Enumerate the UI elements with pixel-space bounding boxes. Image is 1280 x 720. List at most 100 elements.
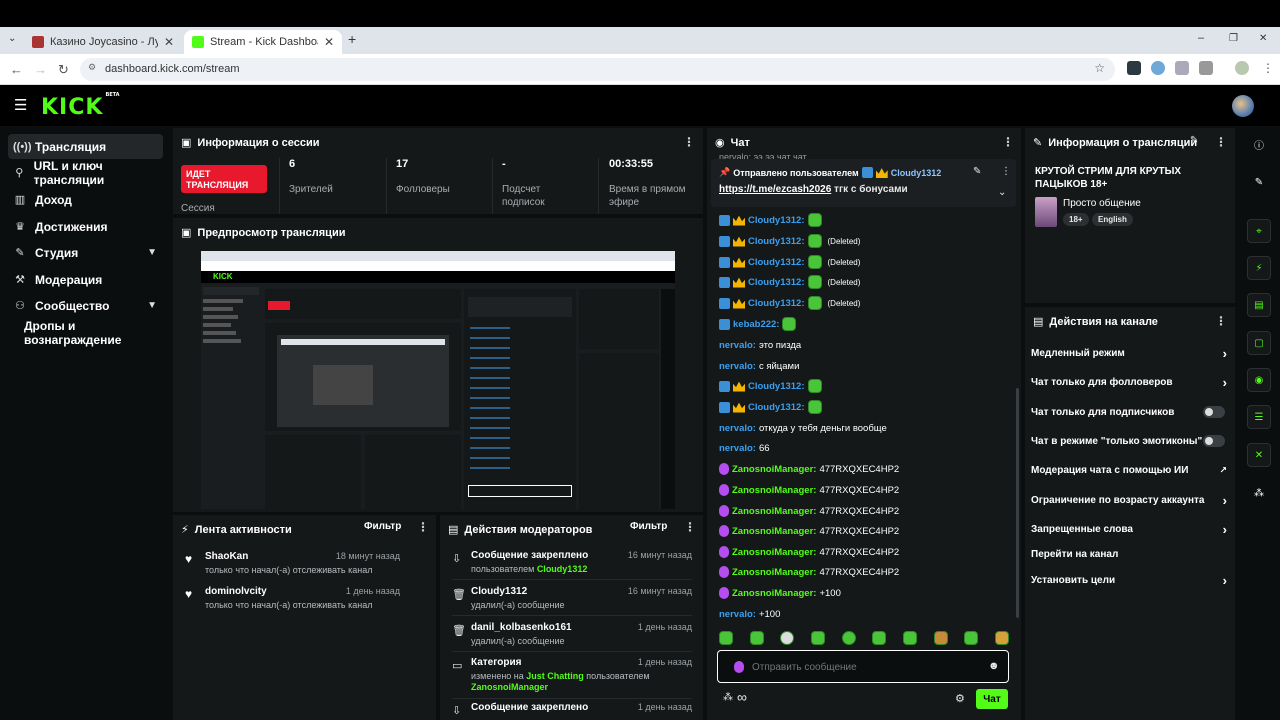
sidebar-item-url-key[interactable]: ⚲ URL и ключ трансляции bbox=[8, 159, 163, 187]
chat-username[interactable]: Cloudy1312: bbox=[748, 215, 805, 226]
emote-icon[interactable] bbox=[841, 631, 856, 645]
more-options-icon[interactable]: ⋮ bbox=[1002, 135, 1014, 149]
sidebar-item-broadcast[interactable]: ((•)) Трансляция bbox=[8, 134, 163, 159]
chat-username[interactable]: nervalo: bbox=[719, 443, 756, 454]
chat-username[interactable]: Cloudy1312: bbox=[748, 236, 805, 247]
chat-username[interactable]: ZanosnoiManager: bbox=[732, 464, 816, 475]
chat-username[interactable]: nervalo: bbox=[719, 423, 756, 434]
sidebar-item-community[interactable]: ⚇ Сообщество ▼ bbox=[8, 293, 163, 318]
profile-icon[interactable] bbox=[1235, 61, 1249, 75]
chat-username[interactable]: Cloudy1312: bbox=[748, 402, 805, 413]
chat-username[interactable]: ZanosnoiManager: bbox=[732, 485, 816, 496]
puzzle-icon[interactable] bbox=[1199, 61, 1213, 75]
focus-icon[interactable]: ⌖ bbox=[1247, 219, 1271, 243]
chat-icon[interactable]: ▢ bbox=[1247, 331, 1271, 355]
emote-icon[interactable] bbox=[872, 631, 887, 645]
channel-action-item[interactable]: Перейти на канал bbox=[1031, 546, 1231, 562]
send-chat-button[interactable]: Чат bbox=[976, 689, 1008, 709]
channel-action-item[interactable]: Чат только для подписчиков bbox=[1031, 404, 1231, 420]
emoji-picker-icon[interactable]: ☻ bbox=[988, 660, 1000, 672]
chat-username[interactable]: ZanosnoiManager: bbox=[732, 526, 816, 537]
chat-username[interactable]: nervalo: bbox=[719, 361, 756, 372]
back-icon[interactable]: ← bbox=[10, 62, 23, 77]
more-options-icon[interactable]: ⋮ bbox=[417, 520, 429, 534]
site-info-icon[interactable]: ⚙ bbox=[88, 62, 96, 73]
emote-icon[interactable] bbox=[964, 631, 979, 645]
more-options-icon[interactable]: ⋮ bbox=[1215, 135, 1227, 149]
sidebar-item-drops[interactable]: Дропы и вознаграждение bbox=[19, 319, 174, 347]
filter-button[interactable]: Фильтр bbox=[364, 521, 401, 532]
stream-preview-video[interactable]: KICK bbox=[201, 251, 675, 509]
sidebar-item-moderation[interactable]: ⚒ Модерация bbox=[8, 267, 163, 292]
chat-message-input[interactable] bbox=[752, 658, 972, 676]
broadcast-icon[interactable]: ◉ bbox=[1247, 368, 1271, 392]
filter-button[interactable]: Фильтр bbox=[630, 521, 667, 532]
reload-icon[interactable]: ↻ bbox=[58, 62, 69, 78]
channel-action-item[interactable]: Модерация чата с помощью ИИ ↗ bbox=[1031, 462, 1231, 478]
unpin-icon[interactable]: ✎ bbox=[973, 166, 981, 177]
chevron-down-icon[interactable]: ⌄ bbox=[998, 187, 1006, 198]
forward-icon[interactable]: → bbox=[34, 62, 47, 77]
wrench-icon[interactable]: ✕ bbox=[1247, 443, 1271, 467]
sidebar-item-achievements[interactable]: ♛ Достижения bbox=[8, 214, 163, 239]
channel-action-item[interactable]: Чат только для фолловеров › bbox=[1031, 374, 1231, 390]
emote-icon[interactable] bbox=[994, 631, 1009, 645]
restore-icon[interactable]: ❐ bbox=[1229, 33, 1238, 44]
pencil-icon[interactable]: ✎ bbox=[1247, 170, 1271, 194]
emote-icon[interactable] bbox=[749, 631, 764, 645]
sidebar-item-income[interactable]: ▥ Доход bbox=[8, 187, 163, 212]
tab-search-icon[interactable]: ⌄ bbox=[8, 33, 16, 44]
bolt-icon[interactable]: ⚡ bbox=[1247, 256, 1271, 280]
emote-icon[interactable] bbox=[902, 631, 917, 645]
channel-action-item[interactable]: Медленный режим › bbox=[1031, 345, 1231, 361]
more-options-icon[interactable]: ⋮ bbox=[1001, 166, 1011, 177]
chat-username[interactable]: Cloudy1312: bbox=[748, 277, 805, 288]
chat-username[interactable]: nervalo: bbox=[719, 340, 756, 351]
address-bar[interactable]: ⚙ dashboard.kick.com/stream ☆ bbox=[80, 58, 1115, 81]
edit-icon[interactable]: ✎ bbox=[1190, 135, 1198, 146]
chat-username[interactable]: ZanosnoiManager: bbox=[732, 506, 816, 517]
toggle-switch[interactable] bbox=[1203, 435, 1225, 447]
more-options-icon[interactable]: ⋮ bbox=[684, 520, 696, 534]
document-icon[interactable]: ▤ bbox=[1247, 293, 1271, 317]
chat-username[interactable]: ZanosnoiManager: bbox=[732, 588, 816, 599]
chat-username[interactable]: nervalo: bbox=[719, 609, 756, 620]
close-window-icon[interactable]: ✕ bbox=[1259, 33, 1267, 44]
browser-menu-icon[interactable]: ⋮ bbox=[1262, 61, 1274, 75]
browser-tab-dashboard[interactable]: Stream - Kick Dashboard ✕ bbox=[184, 30, 342, 54]
emote-icon[interactable] bbox=[933, 631, 948, 645]
close-tab-icon[interactable]: ✕ bbox=[324, 35, 334, 49]
chat-username[interactable]: Cloudy1312: bbox=[748, 257, 805, 268]
browser-tab-casino[interactable]: Казино Joycasino - Лучшие онл... ✕ bbox=[24, 30, 182, 54]
points-icon[interactable]: ⁂ bbox=[1247, 481, 1271, 505]
minimize-icon[interactable]: – bbox=[1198, 32, 1204, 44]
info-icon[interactable]: ⓘ bbox=[1247, 132, 1271, 156]
pinned-link[interactable]: https://t.me/ezcash2026 bbox=[719, 184, 831, 195]
channel-action-item[interactable]: Запрещенные слова › bbox=[1031, 521, 1231, 537]
close-tab-icon[interactable]: ✕ bbox=[164, 35, 174, 49]
username-link[interactable]: Cloudy1312 bbox=[891, 168, 942, 178]
emote-icon[interactable] bbox=[810, 631, 825, 645]
toggle-switch[interactable] bbox=[1203, 406, 1225, 418]
bookmark-star-icon[interactable]: ☆ bbox=[1094, 61, 1105, 75]
extension-icon[interactable] bbox=[1151, 61, 1165, 75]
chat-scrollbar[interactable] bbox=[1016, 388, 1019, 618]
emote-icon[interactable] bbox=[780, 631, 795, 645]
chat-username[interactable]: ZanosnoiManager: bbox=[732, 547, 816, 558]
more-options-icon[interactable]: ⋮ bbox=[683, 135, 695, 149]
kick-logo[interactable]: KICKBETA bbox=[41, 92, 120, 120]
chat-username[interactable]: Cloudy1312: bbox=[748, 298, 805, 309]
list-icon[interactable]: ☰ bbox=[1247, 405, 1271, 429]
more-options-icon[interactable]: ⋮ bbox=[1215, 314, 1227, 328]
sidebar-item-studio[interactable]: ✎ Студия ▼ bbox=[8, 240, 163, 265]
points-icon[interactable]: ⁂ bbox=[723, 692, 733, 703]
channel-action-item[interactable]: Установить цели › bbox=[1031, 572, 1231, 588]
chat-username[interactable]: kebab222: bbox=[733, 319, 779, 330]
user-avatar[interactable] bbox=[1232, 95, 1254, 117]
chat-username[interactable]: Cloudy1312: bbox=[748, 381, 805, 392]
chat-settings-gear-icon[interactable]: ⚙ bbox=[955, 692, 965, 705]
chat-username[interactable]: ZanosnoiManager: bbox=[732, 567, 816, 578]
shield-extension-icon[interactable] bbox=[1175, 61, 1189, 75]
extension-icon[interactable] bbox=[1127, 61, 1141, 75]
new-tab-icon[interactable]: + bbox=[348, 31, 356, 47]
